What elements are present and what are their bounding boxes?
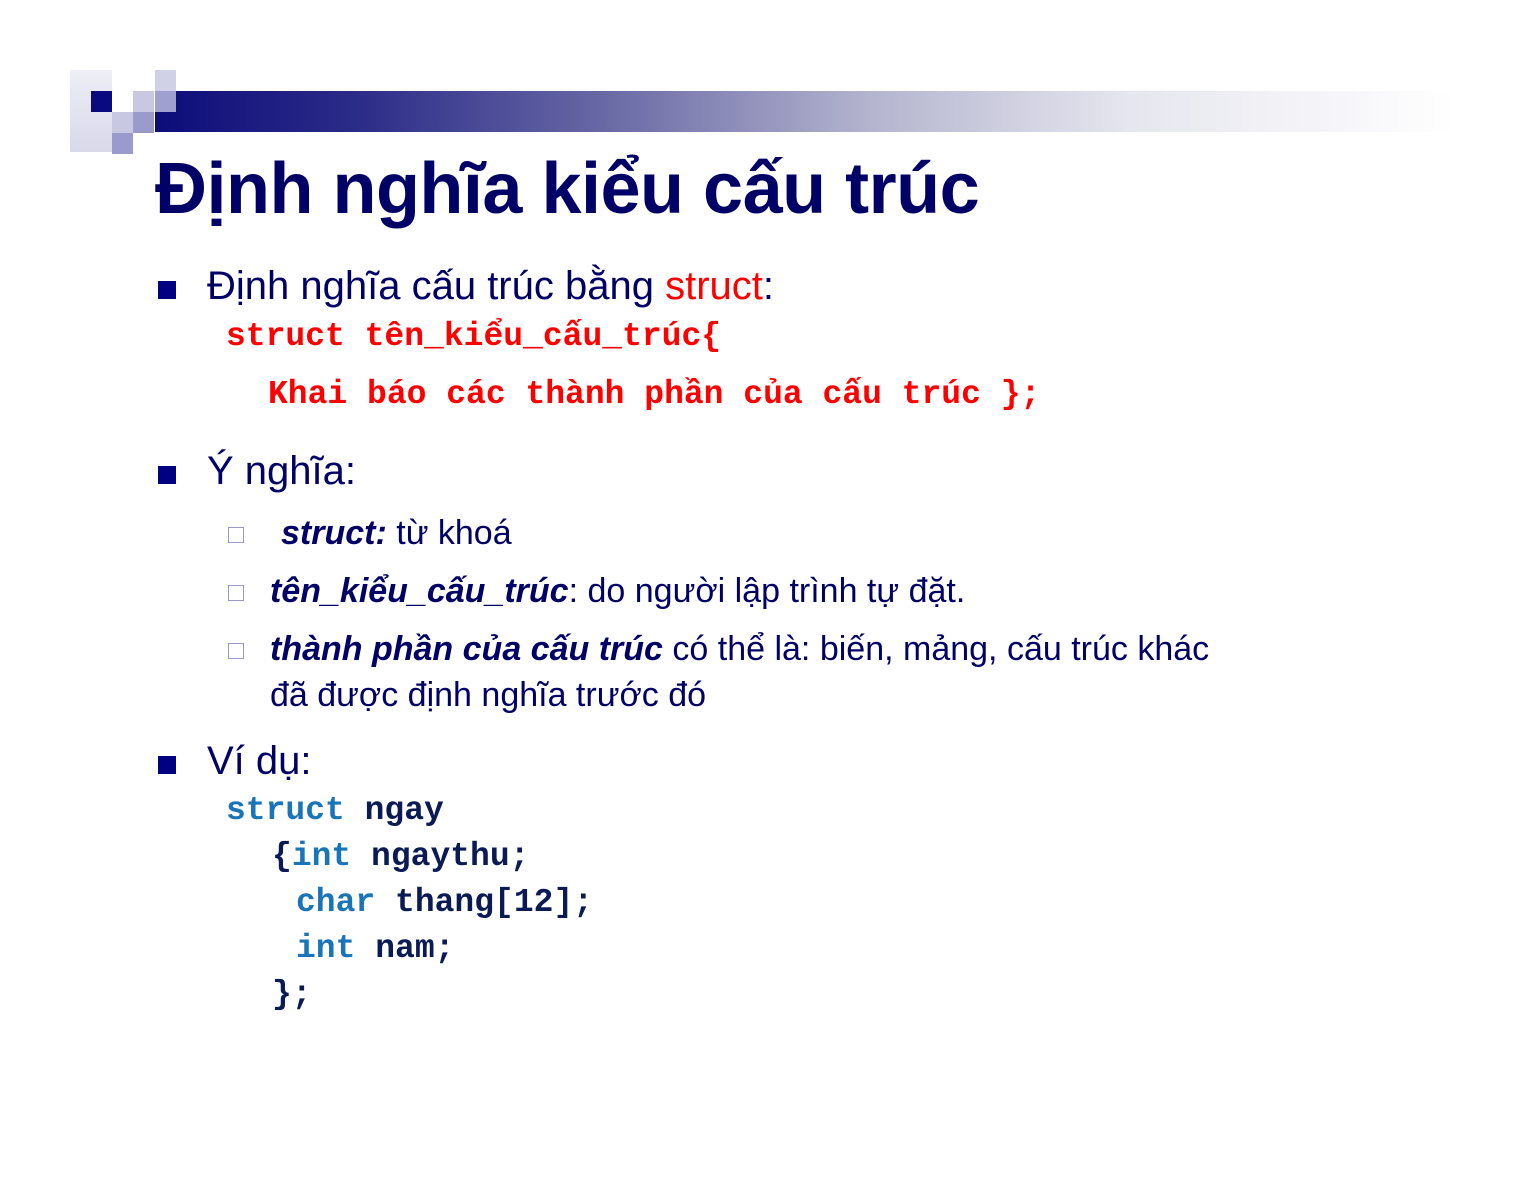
code-text: ngaythu; xyxy=(351,838,530,875)
example-code-line-4: int nam; xyxy=(296,930,454,967)
deco-square xyxy=(155,91,176,112)
deco-square xyxy=(155,70,176,91)
sub-bullet-name: tên_kiểu_cấu_trúc: do người lập trình tự… xyxy=(270,572,965,611)
bullet-marker xyxy=(158,756,176,774)
deco-square xyxy=(133,91,154,112)
deco-square xyxy=(133,112,154,133)
description: : do người lập trình tự đặt. xyxy=(568,572,966,610)
code-keyword: int xyxy=(291,838,352,875)
sub-bullet-marker xyxy=(228,585,244,601)
bullet-marker xyxy=(158,466,176,484)
example-code-line-2: {int ngaythu; xyxy=(272,838,529,875)
bullet-example: Ví dụ: xyxy=(207,739,312,783)
bullet-text: Định nghĩa cấu trúc bằng xyxy=(207,264,666,308)
struct-keyword: struct xyxy=(665,264,763,308)
term: struct: xyxy=(281,514,387,552)
code-brace: { xyxy=(272,838,292,875)
sub-bullet-members: thành phần của cấu trúc có thể là: biến,… xyxy=(270,630,1209,669)
deco-square xyxy=(91,91,112,112)
sub-bullet-members-cont: đã được định nghĩa trước đó xyxy=(270,676,707,714)
sub-bullet-marker xyxy=(228,527,244,543)
example-code-line-5: }; xyxy=(272,976,312,1013)
bullet-marker xyxy=(158,281,176,299)
code-text: ngay xyxy=(344,792,444,829)
code-syntax-line-2: Khai báo các thành phần của cấu trúc }; xyxy=(268,376,1041,413)
sub-bullet-struct: struct: từ khoá xyxy=(281,514,512,553)
bullet-definition: Định nghĩa cấu trúc bằng struct: xyxy=(207,264,774,309)
header-gradient-bar xyxy=(155,91,1455,132)
code-keyword: int xyxy=(296,930,356,967)
deco-square xyxy=(112,133,133,154)
sub-bullet-marker xyxy=(228,643,244,659)
slide-title: Định nghĩa kiểu cấu trúc xyxy=(155,149,980,229)
description: có thể là: biến, mảng, cấu trúc khác xyxy=(662,630,1210,668)
example-code-line-1: struct ngay xyxy=(226,792,444,829)
bullet-suffix: : xyxy=(762,264,775,308)
code-keyword: char xyxy=(296,884,376,921)
term: tên_kiểu_cấu_trúc xyxy=(270,572,569,610)
code-syntax-line-1: struct tên_kiểu_cấu_trúc{ xyxy=(226,318,722,355)
code-text: nam; xyxy=(355,930,455,967)
example-code-line-3: char thang[12]; xyxy=(296,884,593,921)
bullet-meaning: Ý nghĩa: xyxy=(207,449,357,493)
code-keyword: struct xyxy=(226,792,345,829)
description: từ khoá xyxy=(386,514,512,552)
term: thành phần của cấu trúc xyxy=(270,630,663,668)
deco-square xyxy=(112,112,133,133)
code-text: thang[12]; xyxy=(375,884,594,921)
